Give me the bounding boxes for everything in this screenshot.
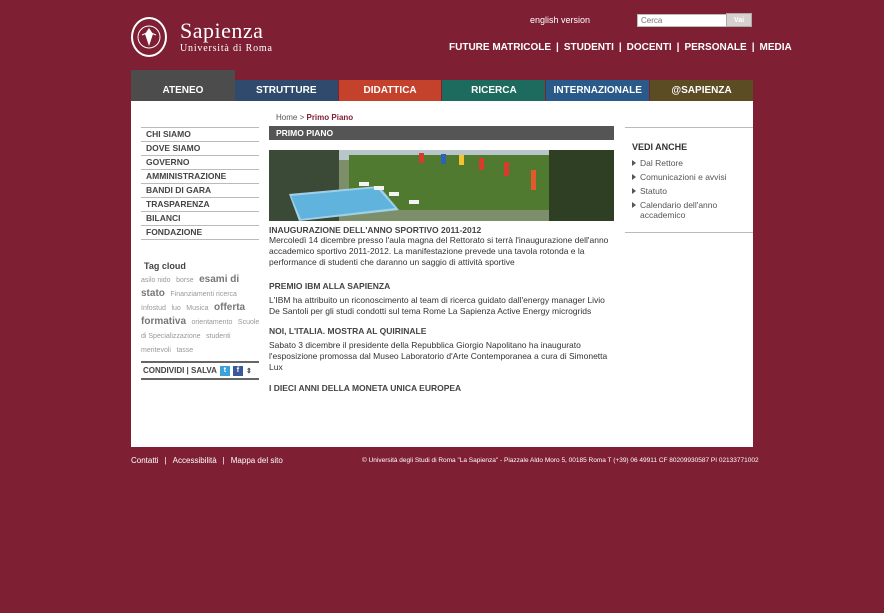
footer-links: Contatti | Accessibilità | Mappa del sito: [131, 456, 286, 465]
sidebar-item-amministrazione[interactable]: AMMINISTRAZIONE: [141, 169, 259, 183]
tag-link[interactable]: Musica: [186, 305, 208, 312]
news-text: Sabato 3 dicembre il presidente della Re…: [269, 340, 608, 372]
search-button[interactable]: Vai: [726, 13, 752, 27]
tag-cloud: asilo nido borse esami di stato Finanzia…: [141, 273, 261, 357]
tab-ateneo-active[interactable]: ATENEO: [131, 70, 235, 101]
tag-link[interactable]: borse: [176, 277, 194, 284]
see-also: VEDI ANCHE Dal Rettore Comunicazioni e a…: [625, 127, 753, 224]
footer-link-accessibilita[interactable]: Accessibilità: [170, 456, 220, 465]
breadcrumb-current: Primo Piano: [306, 113, 354, 122]
english-version-link[interactable]: english version: [530, 15, 590, 25]
news-title[interactable]: PREMIO IBM ALLA SAPIENZA: [269, 281, 617, 291]
tag-link[interactable]: Finanziamenti ricerca: [170, 291, 237, 298]
section-title: PRIMO PIANO: [269, 126, 614, 140]
sapienza-seal-logo[interactable]: [131, 17, 167, 57]
sidebar-item-chi-siamo[interactable]: CHI SIAMO: [141, 127, 259, 141]
news-title[interactable]: NOI, L'ITALIA. MOSTRA AL QUIRINALE: [269, 326, 617, 336]
breadcrumb: Home > Primo Piano: [276, 113, 353, 122]
tag-link[interactable]: luo: [171, 305, 180, 312]
footer-separator: |: [222, 456, 225, 465]
sidebar-item-bandi-di-gara[interactable]: BANDI DI GARA: [141, 183, 259, 197]
sidebar-item-trasparenza[interactable]: TRASPARENZA: [141, 197, 259, 211]
footer-separator: |: [164, 456, 167, 465]
see-also-item[interactable]: Calendario dell'anno accademico: [632, 200, 753, 220]
tab-ricerca[interactable]: RICERCA: [442, 80, 546, 101]
see-also-item[interactable]: Comunicazioni e avvisi: [632, 172, 753, 182]
footer-address: © Università degli Studi di Roma "La Sap…: [362, 457, 759, 464]
sidebar-item-bilanci[interactable]: BILANCI: [141, 211, 259, 225]
topnav-studenti[interactable]: STUDENTI: [559, 42, 619, 53]
logo-name[interactable]: Sapienza: [180, 20, 263, 42]
see-also-item[interactable]: Dal Rettore: [632, 158, 753, 168]
tab-sapienza[interactable]: @SAPIENZA: [650, 80, 753, 101]
news-item: I DIECI ANNI DELLA MONETA UNICA EUROPEA: [269, 383, 617, 393]
news-text: L'IBM ha attribuito un riconoscimento al…: [269, 295, 605, 316]
see-also-title: VEDI ANCHE: [632, 142, 688, 152]
tab-strutture[interactable]: STRUTTURE: [234, 80, 338, 101]
sidebar-item-fondazione[interactable]: FONDAZIONE: [141, 225, 259, 240]
news-item: INAUGURAZIONE DELL'ANNO SPORTIVO 2011-20…: [269, 225, 617, 268]
news-title[interactable]: I DIECI ANNI DELLA MONETA UNICA EUROPEA: [269, 383, 617, 393]
twitter-icon[interactable]: t: [219, 365, 230, 376]
news-photo[interactable]: [269, 150, 614, 221]
topnav-docenti[interactable]: DOCENTI: [622, 42, 677, 53]
topnav-future-matricole[interactable]: FUTURE MATRICOLE: [449, 42, 556, 53]
tab-internazionale[interactable]: INTERNAZIONALE: [546, 80, 650, 101]
topnav-media[interactable]: MEDIA: [755, 42, 797, 53]
share-label[interactable]: CONDIVIDI | SALVA: [143, 366, 217, 375]
tag-cloud-title: Tag cloud: [144, 261, 186, 271]
footer-link-contatti[interactable]: Contatti: [131, 456, 162, 465]
topnav-personale[interactable]: PERSONALE: [679, 42, 751, 53]
news-list: INAUGURAZIONE DELL'ANNO SPORTIVO 2011-20…: [269, 225, 617, 393]
news-text: Mercoledì 14 dicembre presso l'aula magn…: [269, 235, 609, 267]
seal-icon: [137, 25, 161, 49]
see-also-divider: [625, 232, 753, 233]
logo-subtitle: Università di Roma: [180, 43, 273, 54]
tag-link[interactable]: orientamento: [192, 319, 233, 326]
share-more-icon[interactable]: ⇕: [246, 367, 252, 375]
search-input[interactable]: [637, 14, 728, 27]
top-navigation: FUTURE MATRICOLE | STUDENTI | DOCENTI | PER…: [449, 42, 797, 53]
tag-link[interactable]: asilo nido: [141, 277, 171, 284]
sidebar-item-dove-siamo[interactable]: DOVE SIAMO: [141, 141, 259, 155]
tag-link[interactable]: tasse: [176, 347, 193, 354]
breadcrumb-separator: >: [299, 113, 305, 122]
share-bar: CONDIVIDI | SALVA t f ⇕: [141, 361, 259, 380]
news-item: PREMIO IBM ALLA SAPIENZA L'IBM ha attrib…: [269, 281, 617, 317]
tag-link[interactable]: Infostud: [141, 305, 166, 312]
footer-link-mappa[interactable]: Mappa del sito: [228, 456, 286, 465]
breadcrumb-home[interactable]: Home: [276, 113, 297, 122]
tab-didattica[interactable]: DIDATTICA: [338, 80, 442, 101]
news-item: NOI, L'ITALIA. MOSTRA AL QUIRINALE Sabat…: [269, 326, 617, 373]
sidebar-nav: CHI SIAMO DOVE SIAMO GOVERNO AMMINISTRAZ…: [141, 127, 259, 240]
sidebar-item-governo[interactable]: GOVERNO: [141, 155, 259, 169]
see-also-item[interactable]: Statuto: [632, 186, 753, 196]
facebook-icon[interactable]: f: [232, 365, 243, 376]
news-title[interactable]: INAUGURAZIONE DELL'ANNO SPORTIVO 2011-20…: [269, 225, 617, 235]
